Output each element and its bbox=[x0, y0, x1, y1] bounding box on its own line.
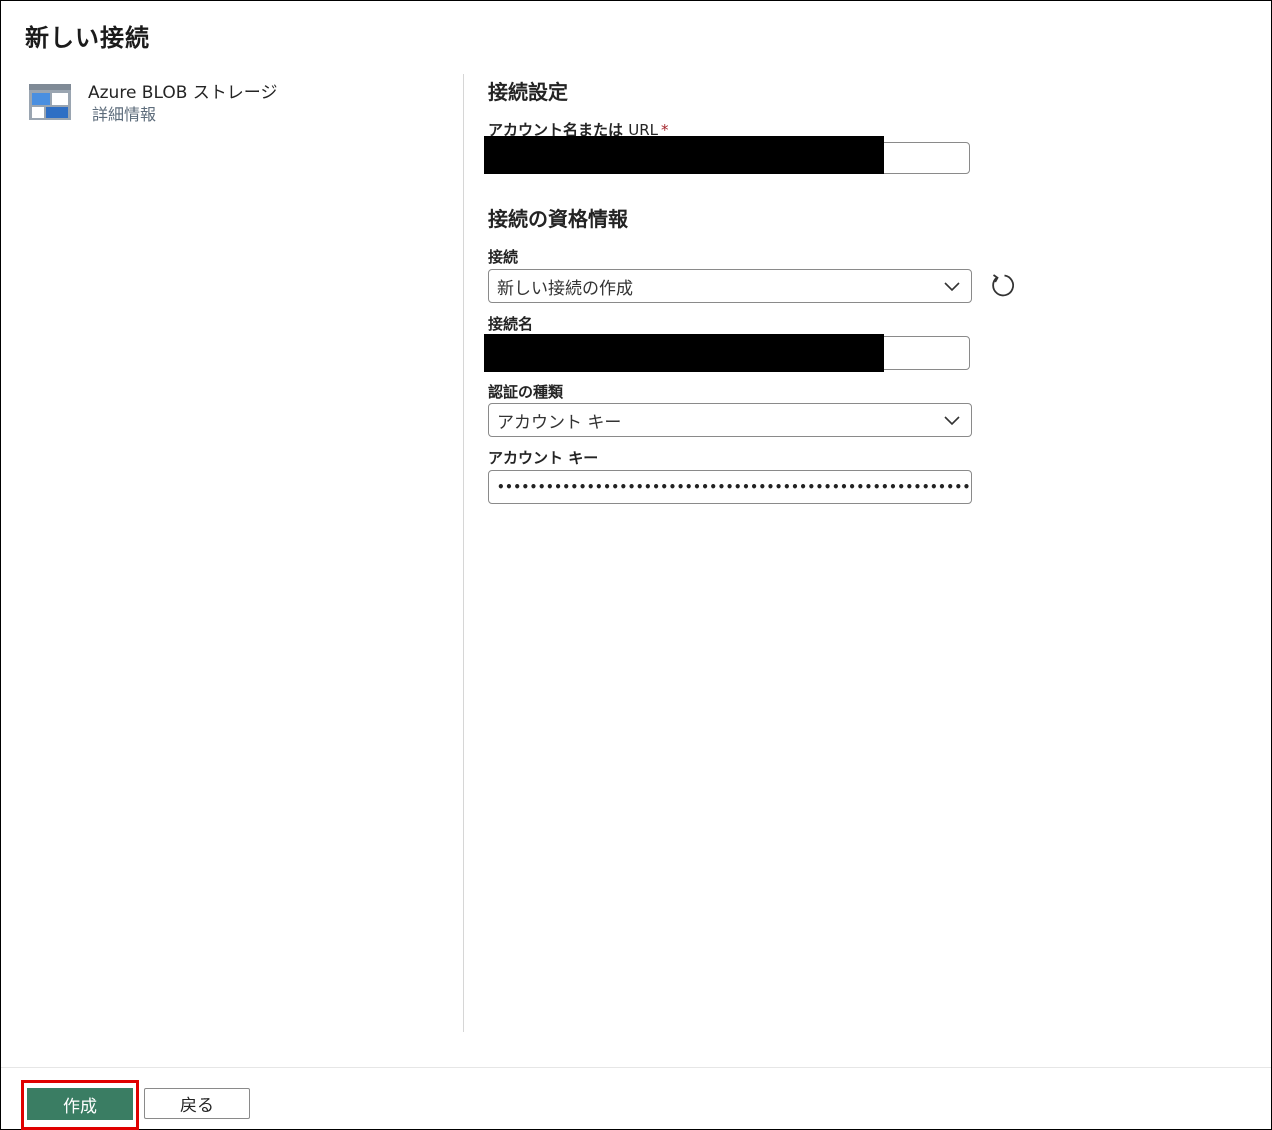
connection-label: 接続 bbox=[488, 248, 519, 266]
auth-type-label: 認証の種類 bbox=[488, 383, 564, 401]
auth-type-select[interactable]: アカウント キー bbox=[488, 403, 972, 437]
back-button[interactable]: 戻る bbox=[144, 1088, 250, 1119]
chevron-down-icon bbox=[944, 416, 960, 426]
auth-type-select-value: アカウント キー bbox=[497, 412, 622, 433]
chevron-down-icon bbox=[944, 282, 960, 292]
connection-credentials-title: 接続の資格情報 bbox=[488, 207, 628, 231]
refresh-icon[interactable] bbox=[988, 271, 1016, 299]
redacted-connection-name bbox=[484, 334, 884, 372]
connection-select[interactable]: 新しい接続の作成 bbox=[488, 269, 972, 303]
connection-settings-title: 接続設定 bbox=[488, 80, 568, 104]
pane-divider bbox=[463, 74, 464, 1032]
account-key-input[interactable]: ••••••••••••••••••••••••••••••••••••••••… bbox=[488, 470, 972, 504]
account-key-masked-value: ••••••••••••••••••••••••••••••••••••••••… bbox=[497, 480, 971, 494]
redacted-account-url bbox=[484, 136, 884, 174]
footer-divider bbox=[1, 1067, 1271, 1068]
connector-name: Azure BLOB ストレージ bbox=[88, 83, 278, 103]
connector-info: Azure BLOB ストレージ 詳細情報 bbox=[28, 82, 277, 126]
account-key-label: アカウント キー bbox=[488, 449, 599, 467]
details-link[interactable]: 詳細情報 bbox=[92, 104, 277, 126]
dialog-title: 新しい接続 bbox=[25, 24, 150, 52]
connection-select-value: 新しい接続の作成 bbox=[497, 278, 633, 299]
azure-blob-storage-icon bbox=[28, 82, 72, 122]
create-button[interactable]: 作成 bbox=[27, 1088, 133, 1120]
connection-name-label: 接続名 bbox=[488, 315, 534, 333]
